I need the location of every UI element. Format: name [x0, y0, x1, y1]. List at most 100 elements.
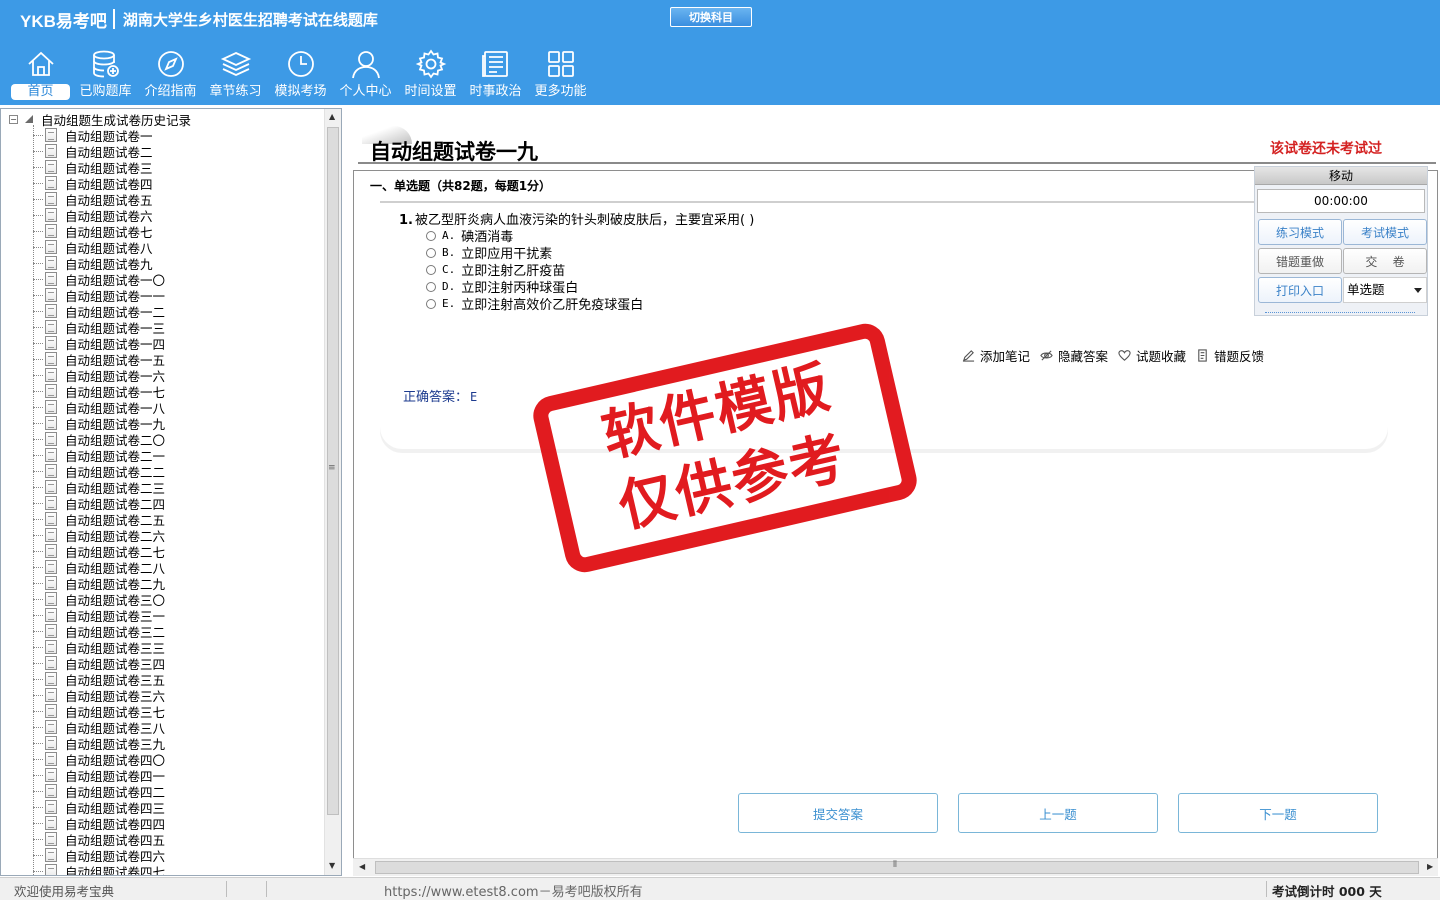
news-icon	[481, 51, 508, 77]
scroll-up-icon[interactable]: ▲	[329, 112, 335, 121]
control-panel-drag-handle[interactable]: 移动	[1255, 167, 1427, 185]
collapse-icon[interactable]: −	[9, 114, 18, 124]
tree-connector	[33, 262, 43, 264]
nav-chapter[interactable]: 章节练习	[203, 48, 268, 104]
document-icon	[45, 160, 57, 174]
nav-label: 时事政治	[469, 84, 522, 99]
tree-connector	[33, 294, 43, 296]
nav-label: 个人中心	[339, 84, 392, 99]
nav-current-affairs[interactable]: 时事政治	[463, 48, 528, 104]
tree-list: 自动组题试卷一 自动组题试卷二 自动组题试卷三 自动组题试卷四 自动组题试卷五 自动组题试…	[33, 127, 165, 875]
status-divider	[226, 881, 227, 897]
radio-button[interactable]	[426, 230, 436, 241]
exam-mode-button[interactable]: 考试模式	[1343, 219, 1427, 245]
next-question-button[interactable]: 下一题	[1178, 793, 1378, 833]
feedback-button[interactable]: 错题反馈	[1196, 346, 1264, 365]
option-a[interactable]: A. 碘酒消毒	[426, 227, 643, 245]
exam-status: 该试卷还未考试过	[1270, 141, 1382, 157]
document-icon	[45, 688, 57, 702]
option-c[interactable]: C. 立即注射乙肝疫苗	[426, 261, 643, 279]
nav-purchased[interactable]: 已购题库	[73, 48, 138, 104]
panel-resize-line	[1265, 312, 1415, 314]
radio-button[interactable]	[426, 281, 436, 292]
tree-connector	[33, 822, 43, 824]
folder-triangle-icon	[25, 115, 33, 123]
tree-connector	[33, 566, 43, 568]
exam-control-panel[interactable]: 移动 00:00:00 练习模式 考试模式 错题重做 交 卷 打印入口 单选题	[1254, 166, 1428, 316]
document-icon	[45, 320, 57, 334]
option-letter: D.	[442, 280, 456, 293]
tree-connector	[33, 854, 43, 856]
tree-connector	[33, 550, 43, 552]
prev-question-button[interactable]: 上一题	[958, 793, 1158, 833]
tree-connector	[33, 470, 43, 472]
tree-connector	[33, 726, 43, 728]
tree-item[interactable]: 自动组题试卷四七	[33, 863, 165, 875]
main-nav: 首页 已购题库 介绍指南 章节练习 模拟考场 个人中心 时间设置 时事政治 更多…	[8, 48, 593, 104]
scroll-down-icon[interactable]: ▼	[329, 861, 335, 870]
print-button[interactable]: 打印入口	[1258, 277, 1342, 303]
document-icon	[45, 640, 57, 654]
document-icon	[45, 192, 57, 206]
submit-answer-button[interactable]: 提交答案	[738, 793, 938, 833]
radio-button[interactable]	[426, 247, 436, 258]
practice-mode-button[interactable]: 练习模式	[1258, 219, 1342, 245]
document-icon	[45, 224, 57, 238]
document-icon	[45, 800, 57, 814]
tree-item-label: 自动组题试卷四七	[65, 864, 166, 876]
radio-button[interactable]	[426, 298, 436, 309]
title-divider	[358, 162, 1436, 164]
option-d[interactable]: D. 立即注射丙种球蛋白	[426, 278, 643, 296]
document-icon	[45, 368, 57, 382]
question-type-select[interactable]: 单选题	[1343, 277, 1427, 303]
tree-connector	[33, 326, 43, 328]
document-icon	[45, 128, 57, 142]
nav-home[interactable]: 首页	[8, 48, 73, 104]
tree-connector	[33, 710, 43, 712]
h-scroll-thumb[interactable]	[375, 861, 1419, 874]
option-b[interactable]: B. 立即应用干扰素	[426, 244, 643, 262]
welcome-text: 欢迎使用易考宝典	[14, 884, 115, 899]
tree-connector	[33, 438, 43, 440]
nav-mock-exam[interactable]: 模拟考场	[268, 48, 333, 104]
tree-connector	[33, 182, 43, 184]
horizontal-scrollbar[interactable]: ◀ ⦀ ▶	[353, 858, 1438, 876]
nav-personal[interactable]: 个人中心	[333, 48, 398, 104]
document-icon	[45, 496, 57, 510]
tree-connector	[33, 166, 43, 168]
option-e[interactable]: E. 立即注射高效价乙肝免疫球蛋白	[426, 295, 643, 313]
nav-more[interactable]: 更多功能	[528, 48, 593, 104]
gear-icon	[415, 49, 446, 79]
radio-button[interactable]	[426, 264, 436, 275]
question-text: 1. 被乙型肝炎病人血液污染的针头刺破皮肤后，主要宜采用( )	[399, 209, 754, 228]
add-note-button[interactable]: 添加笔记	[962, 346, 1030, 365]
document-icon	[45, 864, 57, 875]
tree-connector	[33, 486, 43, 488]
switch-subject-button[interactable]: 切换科目	[670, 7, 752, 27]
option-letter: C.	[442, 263, 456, 276]
hand-in-button[interactable]: 交 卷	[1343, 248, 1427, 274]
nav-guide[interactable]: 介绍指南	[138, 48, 203, 104]
document-icon	[45, 752, 57, 766]
scroll-right-icon[interactable]: ▶	[1427, 862, 1433, 871]
tree-connector	[33, 150, 43, 152]
document-icon	[45, 736, 57, 750]
favorite-button[interactable]: 试题收藏	[1118, 346, 1186, 365]
feedback-label: 错题反馈	[1214, 349, 1265, 364]
document-icon	[45, 784, 57, 798]
document-icon	[45, 448, 57, 462]
scroll-left-icon[interactable]: ◀	[359, 862, 365, 871]
nav-time-settings[interactable]: 时间设置	[398, 48, 463, 104]
tree-connector	[33, 790, 43, 792]
hide-answer-button[interactable]: 隐藏答案	[1040, 346, 1108, 365]
tree-connector	[33, 806, 43, 808]
document-icon	[45, 240, 57, 254]
tree-connector	[33, 870, 43, 872]
nav-label: 模拟考场	[274, 84, 327, 99]
tree-connector	[33, 694, 43, 696]
tree-scrollbar[interactable]: ▲ ≡ ▼	[324, 109, 341, 875]
report-icon	[1198, 349, 1207, 362]
redo-wrong-button[interactable]: 错题重做	[1258, 248, 1342, 274]
tree-connector	[33, 774, 43, 776]
tree-connector	[33, 278, 43, 280]
